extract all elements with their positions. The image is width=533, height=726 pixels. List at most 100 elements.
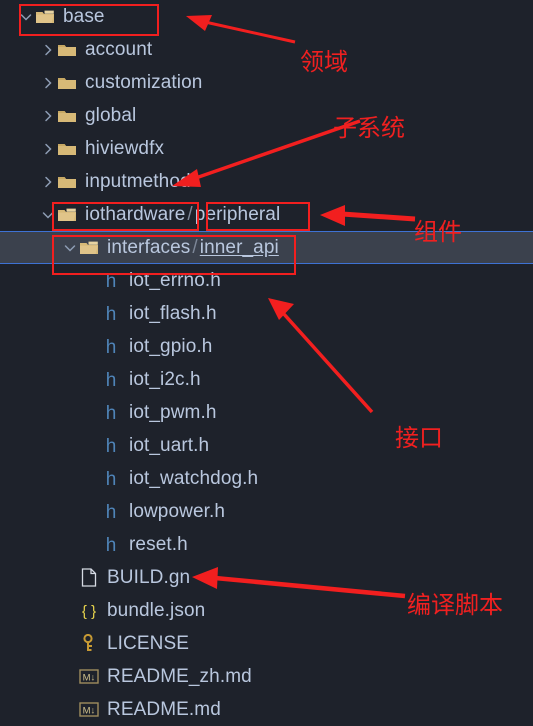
header-file-icon: h bbox=[100, 403, 122, 423]
markdown-icon: M↓ bbox=[78, 667, 100, 687]
tree-row-label: interfaces / inner_api bbox=[107, 237, 279, 259]
tree-row-subname: inner_api bbox=[199, 236, 279, 258]
chevron-right-icon[interactable] bbox=[40, 174, 56, 190]
tree-row-label: base bbox=[63, 5, 105, 27]
file-icon bbox=[78, 568, 100, 588]
markdown-icon: M↓ bbox=[78, 700, 100, 720]
tree-row-readme[interactable]: M↓ README.md bbox=[0, 693, 533, 726]
tree-row-global[interactable]: global bbox=[0, 99, 533, 132]
tree-row-subname: peripheral bbox=[194, 203, 281, 225]
svg-text:h: h bbox=[106, 535, 117, 555]
twisty-placeholder bbox=[84, 306, 100, 322]
folder-open-icon bbox=[34, 7, 56, 27]
path-separator: / bbox=[187, 203, 193, 225]
svg-text:{ }: { } bbox=[82, 603, 96, 620]
svg-text:h: h bbox=[106, 436, 117, 456]
key-icon bbox=[78, 634, 100, 654]
twisty-placeholder bbox=[84, 372, 100, 388]
svg-text:h: h bbox=[106, 502, 117, 522]
tree-row-iot_flash[interactable]: h iot_flash.h bbox=[0, 297, 533, 330]
tree-row-label: LICENSE bbox=[107, 632, 190, 654]
tree-row-name: iothardware bbox=[85, 203, 186, 225]
tree-row-iot_errno[interactable]: h iot_errno.h bbox=[0, 264, 533, 297]
tree-row-label: account bbox=[85, 38, 153, 60]
svg-text:h: h bbox=[106, 469, 117, 489]
header-file-icon: h bbox=[100, 271, 122, 291]
file-tree[interactable]: base account customization global hiviewdfx i… bbox=[0, 0, 533, 721]
tree-row-label: bundle.json bbox=[107, 599, 206, 621]
tree-row-label: iot_i2c.h bbox=[129, 368, 201, 390]
header-file-icon: h bbox=[100, 502, 122, 522]
folder-open-icon bbox=[78, 238, 100, 258]
tree-row-iothardware[interactable]: iothardware / peripheral bbox=[0, 198, 533, 231]
twisty-placeholder bbox=[62, 702, 78, 718]
json-icon: { } bbox=[78, 601, 100, 621]
tree-row-hiviewdfx[interactable]: hiviewdfx bbox=[0, 132, 533, 165]
svg-text:M↓: M↓ bbox=[83, 705, 96, 716]
tree-row-license[interactable]: LICENSE bbox=[0, 627, 533, 660]
tree-row-label: README_zh.md bbox=[107, 665, 252, 687]
header-file-icon: h bbox=[100, 436, 122, 456]
tree-row-label: lowpower.h bbox=[129, 500, 226, 522]
tree-row-iot_i2c[interactable]: h iot_i2c.h bbox=[0, 363, 533, 396]
tree-row-readme_zh[interactable]: M↓ README_zh.md bbox=[0, 660, 533, 693]
folder-open-icon bbox=[56, 205, 78, 225]
svg-text:h: h bbox=[106, 271, 117, 291]
tree-row-iot_uart[interactable]: h iot_uart.h bbox=[0, 429, 533, 462]
chevron-down-icon[interactable] bbox=[40, 207, 56, 223]
path-separator: / bbox=[192, 236, 198, 258]
tree-row-label: iot_uart.h bbox=[129, 434, 210, 456]
header-file-icon: h bbox=[100, 535, 122, 555]
tree-row-label: inputmethod bbox=[85, 170, 191, 192]
tree-row-account[interactable]: account bbox=[0, 33, 533, 66]
tree-row-label: iot_pwm.h bbox=[129, 401, 217, 423]
twisty-placeholder bbox=[84, 537, 100, 553]
tree-row-label: iot_flash.h bbox=[129, 302, 217, 324]
tree-row-iot_pwm[interactable]: h iot_pwm.h bbox=[0, 396, 533, 429]
chevron-right-icon[interactable] bbox=[40, 108, 56, 124]
header-file-icon: h bbox=[100, 304, 122, 324]
tree-row-label: README.md bbox=[107, 698, 221, 720]
chevron-right-icon[interactable] bbox=[40, 42, 56, 58]
tree-row-label: reset.h bbox=[129, 533, 188, 555]
twisty-placeholder bbox=[62, 669, 78, 685]
svg-text:h: h bbox=[106, 370, 117, 390]
header-file-icon: h bbox=[100, 469, 122, 489]
tree-row-iot_watchdog[interactable]: h iot_watchdog.h bbox=[0, 462, 533, 495]
tree-row-label: iot_errno.h bbox=[129, 269, 221, 291]
folder-icon bbox=[56, 73, 78, 93]
chevron-right-icon[interactable] bbox=[40, 75, 56, 91]
tree-row-lowpower[interactable]: h lowpower.h bbox=[0, 495, 533, 528]
folder-icon bbox=[56, 106, 78, 126]
folder-icon bbox=[56, 40, 78, 60]
twisty-placeholder bbox=[84, 438, 100, 454]
folder-icon bbox=[56, 139, 78, 159]
tree-row-iot_gpio[interactable]: h iot_gpio.h bbox=[0, 330, 533, 363]
tree-row-label: hiviewdfx bbox=[85, 137, 165, 159]
twisty-placeholder bbox=[84, 471, 100, 487]
tree-row-label: iot_watchdog.h bbox=[129, 467, 259, 489]
tree-row-reset[interactable]: h reset.h bbox=[0, 528, 533, 561]
tree-row-interfaces[interactable]: interfaces / inner_api bbox=[0, 231, 533, 264]
twisty-placeholder bbox=[62, 570, 78, 586]
tree-row-bundle_json[interactable]: { } bundle.json bbox=[0, 594, 533, 627]
tree-row-build_gn[interactable]: BUILD.gn bbox=[0, 561, 533, 594]
twisty-placeholder bbox=[62, 636, 78, 652]
svg-text:h: h bbox=[106, 403, 117, 423]
chevron-right-icon[interactable] bbox=[40, 141, 56, 157]
twisty-placeholder bbox=[84, 405, 100, 421]
chevron-down-icon[interactable] bbox=[18, 9, 34, 25]
tree-row-name: interfaces bbox=[107, 236, 191, 258]
chevron-down-icon[interactable] bbox=[62, 240, 78, 256]
tree-row-base[interactable]: base bbox=[0, 0, 533, 33]
tree-row-label: BUILD.gn bbox=[107, 566, 191, 588]
tree-row-inputmethod[interactable]: inputmethod bbox=[0, 165, 533, 198]
twisty-placeholder bbox=[84, 273, 100, 289]
header-file-icon: h bbox=[100, 337, 122, 357]
tree-row-customization[interactable]: customization bbox=[0, 66, 533, 99]
tree-row-label: global bbox=[85, 104, 137, 126]
tree-row-label: iothardware / peripheral bbox=[85, 204, 280, 226]
svg-text:h: h bbox=[106, 304, 117, 324]
folder-icon bbox=[56, 172, 78, 192]
twisty-placeholder bbox=[62, 603, 78, 619]
